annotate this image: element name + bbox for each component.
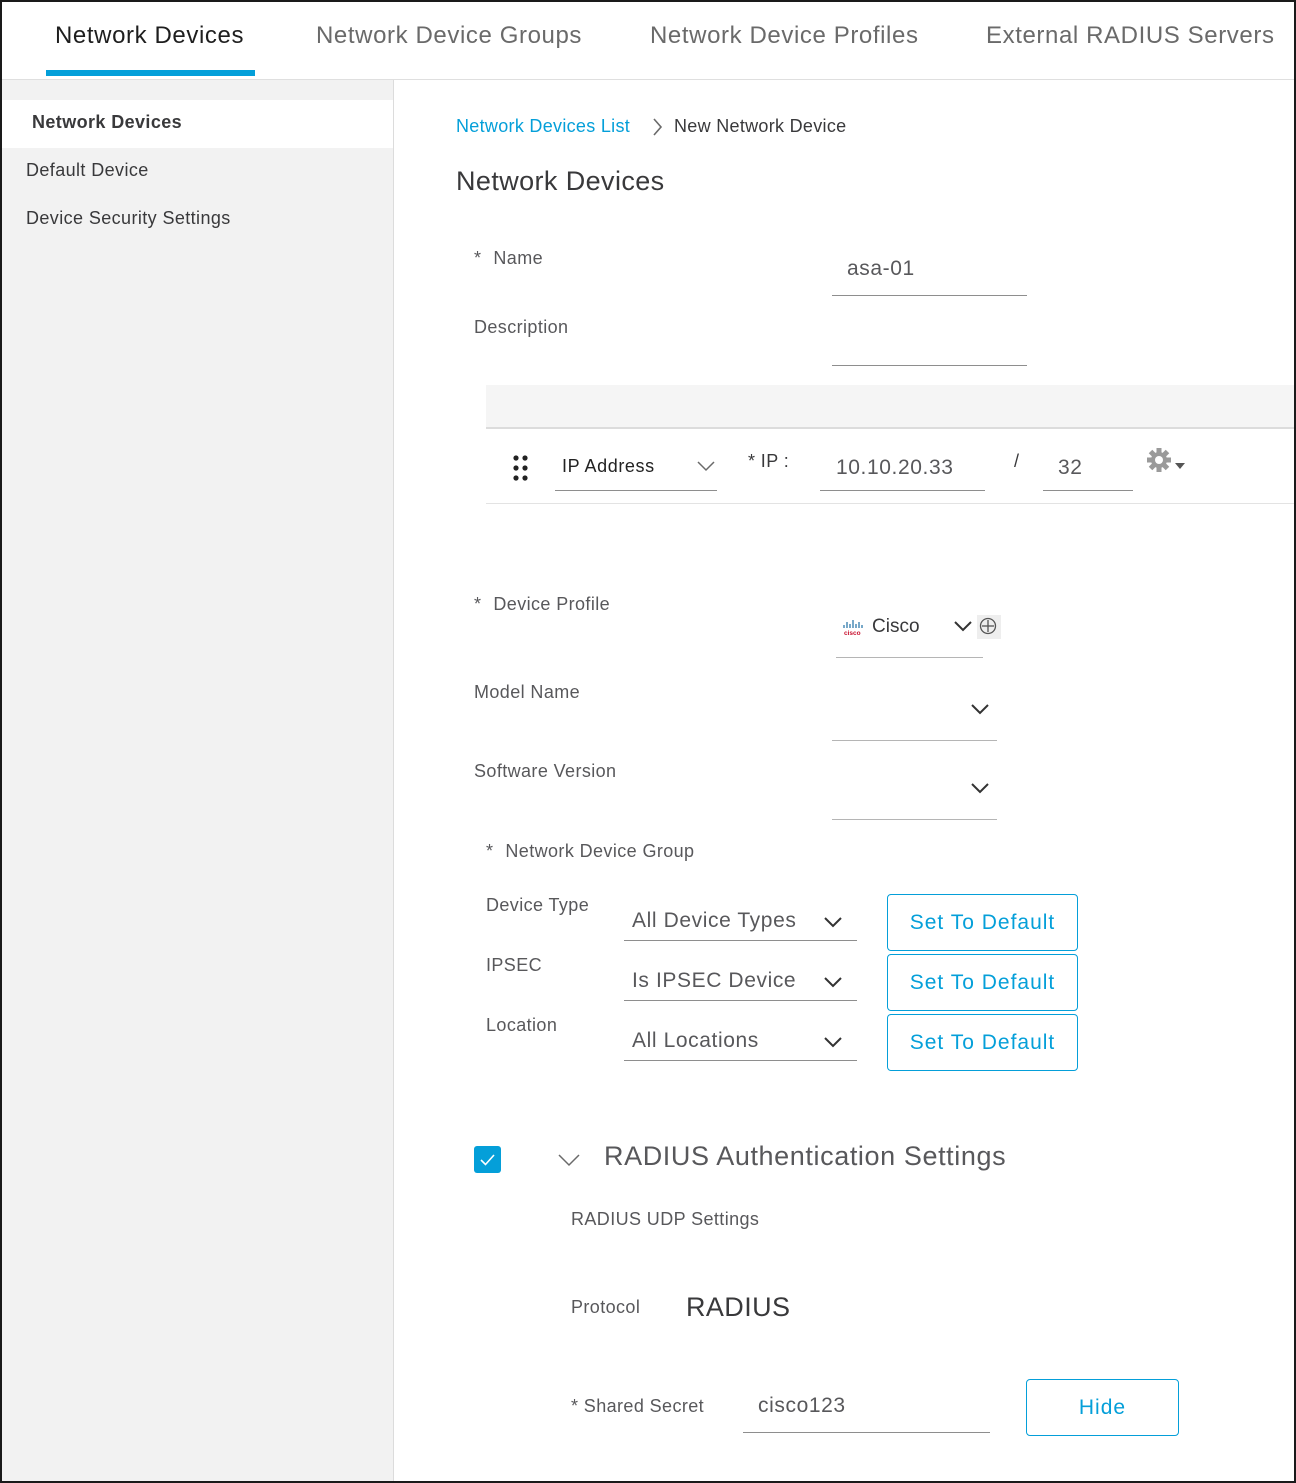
description-label: Description	[474, 317, 569, 337]
tab-network-device-profiles[interactable]: Network Device Profiles	[650, 22, 919, 50]
chevron-down-icon	[824, 977, 842, 988]
device-profile-label: * Device Profile	[474, 594, 611, 614]
shared-secret-input[interactable]: cisco123	[758, 1394, 846, 1418]
software-version-underline	[832, 819, 997, 820]
radius-section-title: RADIUS Authentication Settings	[604, 1141, 1007, 1171]
ipsec-set-default-button[interactable]: Set To Default	[887, 954, 1078, 1011]
required-asterisk: *	[474, 248, 482, 268]
device-type-underline	[624, 940, 857, 941]
ip-address-underline	[820, 490, 985, 491]
description-input-underline	[832, 365, 1027, 366]
tab-network-devices[interactable]: Network Devices	[55, 22, 244, 50]
location-set-default-button[interactable]: Set To Default	[887, 1014, 1078, 1071]
device-profile-underline	[836, 657, 983, 658]
cisco-logo-text: cisco	[844, 630, 861, 636]
cisco-logo-icon: cisco	[843, 620, 863, 636]
radius-udp-settings-label: RADIUS UDP Settings	[571, 1209, 760, 1229]
checkmark-icon	[480, 1154, 495, 1166]
device-profile-value: Cisco	[872, 616, 920, 637]
chevron-down-icon	[971, 783, 989, 794]
device-type-label: Device Type	[486, 895, 590, 915]
collapse-chevron-icon[interactable]	[557, 1152, 581, 1168]
top-tab-bar: Network Devices Network Device Groups Ne…	[2, 2, 1294, 80]
ip-type-underline	[555, 490, 717, 491]
gear-icon[interactable]	[1146, 447, 1188, 475]
location-underline	[624, 1060, 857, 1061]
chevron-down-icon	[697, 461, 715, 472]
location-value: All Locations	[632, 1029, 759, 1052]
ip-label: * IP :	[748, 451, 790, 471]
protocol-value: RADIUS	[686, 1292, 791, 1322]
ip-address-input[interactable]: 10.10.20.33	[836, 456, 954, 480]
mask-separator: /	[1014, 451, 1020, 471]
chevron-down-icon	[971, 704, 989, 715]
sidebar: Network Devices Default Device Device Se…	[2, 80, 394, 1481]
ip-type-value: IP Address	[562, 456, 655, 476]
drag-handle-icon[interactable]	[512, 454, 530, 482]
location-label: Location	[486, 1015, 558, 1035]
model-name-label: Model Name	[474, 682, 581, 702]
device-type-set-default-button[interactable]: Set To Default	[887, 894, 1078, 951]
subnet-mask-input[interactable]: 32	[1058, 456, 1083, 480]
tab-network-device-groups[interactable]: Network Device Groups	[316, 22, 582, 50]
app-frame: Network Devices Network Device Groups Ne…	[0, 0, 1296, 1483]
chevron-down-icon	[954, 621, 972, 632]
active-tab-indicator	[46, 70, 255, 76]
radius-auth-checkbox[interactable]	[474, 1146, 501, 1173]
network-device-group-label: * Network Device Group	[486, 841, 695, 861]
required-asterisk: *	[474, 594, 482, 614]
model-name-underline	[832, 740, 997, 741]
description-input[interactable]	[847, 327, 1027, 363]
hide-secret-button[interactable]: Hide	[1026, 1379, 1179, 1436]
chevron-right-icon	[653, 118, 663, 136]
device-type-value: All Device Types	[632, 909, 797, 932]
shared-secret-label: * Shared Secret	[571, 1396, 705, 1416]
sidebar-item-device-security-settings[interactable]: Device Security Settings	[26, 208, 231, 229]
ip-row-divider	[486, 503, 1294, 504]
breadcrumb-link-network-devices-list[interactable]: Network Devices List	[456, 116, 630, 137]
chevron-down-icon	[824, 917, 842, 928]
ipsec-underline	[624, 1000, 857, 1001]
ipsec-value: Is IPSEC Device	[632, 969, 797, 992]
breadcrumb-current: New Network Device	[674, 116, 847, 136]
subnet-mask-underline	[1043, 490, 1133, 491]
ipsec-label: IPSEC	[486, 955, 543, 975]
name-input[interactable]: asa-01	[847, 257, 915, 281]
sidebar-item-default-device[interactable]: Default Device	[26, 160, 149, 181]
shared-secret-underline	[743, 1432, 990, 1433]
page-title: Network Devices	[456, 166, 665, 196]
chevron-down-icon	[824, 1037, 842, 1048]
ip-table-header	[486, 385, 1294, 429]
software-version-label: Software Version	[474, 761, 617, 781]
name-input-underline	[832, 295, 1027, 296]
tab-external-radius-servers[interactable]: External RADIUS Servers	[986, 22, 1275, 50]
required-asterisk: *	[486, 841, 494, 861]
sidebar-item-network-devices[interactable]: Network Devices	[32, 112, 182, 133]
crosshair-icon[interactable]	[977, 615, 1001, 639]
protocol-label: Protocol	[571, 1297, 641, 1317]
name-label: * Name	[474, 248, 544, 268]
